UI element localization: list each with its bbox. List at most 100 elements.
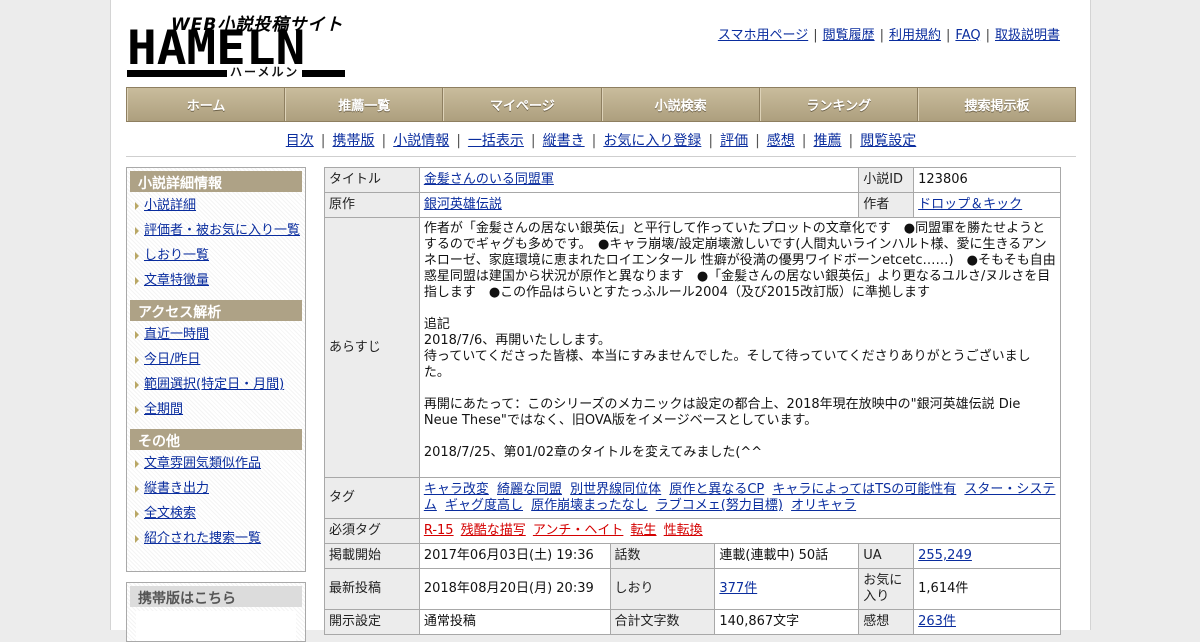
sidebar-link[interactable]: 直近一時間 (144, 327, 209, 342)
id-value: 123806 (913, 167, 1061, 193)
sidebar-link[interactable]: 紹介された捜索一覧 (144, 531, 261, 546)
separator: | (801, 133, 807, 149)
top-link-faq[interactable]: FAQ (955, 28, 980, 43)
tags-label: タグ (324, 477, 420, 519)
sidebar-heading: その他 (130, 429, 302, 450)
sidebar: 小説詳細情報 小説詳細 評価者・被お気に入り一覧 しおり一覧 文章特徴量 アクセ… (126, 167, 306, 572)
required-tag-link[interactable]: 性転換 (664, 523, 703, 538)
reviews-cell: 263件 (913, 609, 1061, 635)
subnav-mobile[interactable]: 携帯版 (332, 133, 374, 149)
subnav-favorite[interactable]: お気に入り登録 (603, 133, 701, 149)
favorites-label: お気に入り (858, 568, 915, 610)
ua-link[interactable]: 255,249 (918, 548, 972, 563)
top-link-history[interactable]: 閲覧履歴 (823, 28, 875, 43)
reviews-link[interactable]: 263件 (918, 614, 956, 629)
table-row: 原作 銀河英雄伝説 作者 ドロップ＆キック (324, 192, 1061, 218)
separator: | (879, 28, 884, 43)
tags-cell: キャラ改変 綺麗な同盟 別世界線同位体 原作と異なるCP キャラによってはTSの… (418, 477, 1062, 519)
sidebar-link[interactable]: 全文検索 (144, 506, 196, 521)
id-label: 小説ID (858, 167, 915, 193)
tag-link[interactable]: 別世界線同位体 (570, 482, 661, 497)
subnav-toc[interactable]: 目次 (286, 133, 314, 149)
synopsis-paragraph: 2018/7/25、第01/02章のタイトルを変えてみました(^^ (423, 445, 763, 460)
sidebar-link[interactable]: 範囲選択(特定日・月間) (144, 377, 284, 392)
nav-board[interactable]: 捜索掲示板 (917, 88, 1075, 121)
separator: | (946, 28, 951, 43)
logo-kana: ハーメルン (227, 65, 303, 79)
required-tag-link[interactable]: 転生 (631, 523, 657, 538)
separator: | (708, 133, 714, 149)
site-logo[interactable]: WEB小説投稿サイト HAMELN ハーメルン (127, 10, 347, 80)
nav-home[interactable]: ホーム (127, 88, 286, 121)
sidebar-link[interactable]: 評価者・被お気に入り一覧 (144, 223, 300, 238)
top-link-manual[interactable]: 取扱説明書 (995, 28, 1060, 43)
divider (126, 156, 1076, 157)
sidebar-link[interactable]: 全期間 (144, 402, 183, 417)
sidebar-link[interactable]: 小説詳細 (144, 198, 196, 213)
subnav-show-all[interactable]: 一括表示 (468, 133, 524, 149)
tag-link[interactable]: ラブコメェ(努力目標) (656, 498, 783, 513)
tag-link[interactable]: ギャグ度高し (445, 498, 523, 513)
table-row: 必須タグ R-15 残酷な描写 アンチ・ヘイト 転生 性転換 (324, 518, 1062, 544)
mobile-box-content (136, 611, 296, 641)
sidebar-link[interactable]: しおり一覧 (144, 248, 209, 263)
subnav-recommend[interactable]: 推薦 (814, 133, 842, 149)
required-tag-link[interactable]: R-15 (424, 523, 454, 538)
tag-link[interactable]: 綺麗な同盟 (497, 482, 562, 497)
bookmarks-link[interactable]: 377件 (719, 581, 757, 596)
synopsis-label: あらすじ (324, 217, 420, 478)
nav-mypage[interactable]: マイページ (443, 88, 602, 121)
tag-link[interactable]: 原作崩壊まったなし (531, 498, 647, 513)
nav-search[interactable]: 小説検索 (601, 88, 760, 121)
tag-link[interactable]: オリキャラ (791, 498, 856, 513)
sidebar-link[interactable]: 縦書き出力 (144, 481, 209, 496)
required-tags-cell: R-15 残酷な描写 アンチ・ヘイト 転生 性転換 (418, 518, 1062, 544)
sidebar-link[interactable]: 文章雰囲気類似作品 (144, 456, 261, 471)
required-tag-link[interactable]: 残酷な描写 (461, 523, 526, 538)
subnav-novel-info[interactable]: 小説情報 (393, 133, 449, 149)
ua-cell: 255,249 (913, 543, 1061, 569)
sidebar-item[interactable]: 紹介された捜索一覧 (130, 529, 302, 554)
sidebar-link[interactable]: 文章特徴量 (144, 273, 209, 288)
sidebar-item[interactable]: 文章雰囲気類似作品 (130, 454, 302, 479)
sidebar-item[interactable]: 小説詳細 (130, 196, 302, 221)
top-links: スマホ用ページ | 閲覧履歴 | 利用規約 | FAQ | 取扱説明書 (718, 24, 1060, 43)
mobile-box: 携帯版はこちら (126, 582, 306, 642)
sidebar-item[interactable]: しおり一覧 (130, 246, 302, 271)
separator: | (755, 133, 760, 149)
table-row: タイトル 金髪さんのいる同盟軍 小説ID 123806 (324, 167, 1061, 193)
tag-link[interactable]: 原作と異なるCP (669, 482, 764, 497)
tag-link[interactable]: キャラ改変 (424, 482, 489, 497)
author-link[interactable]: ドロップ＆キック (918, 197, 1022, 212)
sidebar-item[interactable]: 全文検索 (130, 504, 302, 529)
sidebar-item[interactable]: 今日/昨日 (130, 350, 302, 375)
top-link-terms[interactable]: 利用規約 (889, 28, 941, 43)
ua-label: UA (858, 543, 915, 569)
required-tag-link[interactable]: アンチ・ヘイト (533, 523, 623, 538)
sidebar-item[interactable]: 直近一時間 (130, 325, 302, 350)
separator: | (320, 133, 326, 149)
top-link-smartphone[interactable]: スマホ用ページ (718, 28, 808, 43)
table-row: 掲載開始 2017年06月03日(土) 19:36 話数 連載(連載中) 50話… (324, 543, 1061, 569)
subnav-rate[interactable]: 評価 (720, 133, 748, 149)
nav-ranking[interactable]: ランキング (759, 88, 918, 121)
subnav-review[interactable]: 感想 (767, 133, 795, 149)
bookmarks-cell: 377件 (714, 568, 860, 610)
episodes-value: 連載(連載中) 50話 (714, 543, 860, 569)
sidebar-link[interactable]: 今日/昨日 (144, 352, 200, 367)
mobile-box-heading: 携帯版はこちら (130, 586, 302, 607)
sidebar-item[interactable]: 縦書き出力 (130, 479, 302, 504)
nav-recommendations[interactable]: 推薦一覧 (285, 88, 444, 121)
sidebar-item[interactable]: 全期間 (130, 400, 302, 425)
original-link[interactable]: 銀河英雄伝説 (424, 197, 502, 212)
sidebar-item[interactable]: 評価者・被お気に入り一覧 (130, 221, 302, 246)
subnav-settings[interactable]: 閲覧設定 (860, 133, 916, 149)
sub-nav: 目次 | 携帯版 | 小説情報 | 一括表示 | 縦書き | お気に入り登録 | 評価 | 感想 | 推薦 | 閲覧… (126, 130, 1076, 150)
sidebar-item[interactable]: 範囲選択(特定日・月間) (130, 375, 302, 400)
title-link[interactable]: 金髪さんのいる同盟軍 (424, 172, 554, 187)
sidebar-item[interactable]: 文章特徴量 (130, 271, 302, 296)
page-container: WEB小説投稿サイト HAMELN ハーメルン スマホ用ページ | 閲覧履歴 | 利用規… (110, 0, 1091, 642)
bookmarks-label: しおり (609, 568, 716, 610)
subnav-vertical[interactable]: 縦書き (543, 133, 585, 149)
tag-link[interactable]: キャラによってはTSの可能性有 (772, 482, 956, 497)
